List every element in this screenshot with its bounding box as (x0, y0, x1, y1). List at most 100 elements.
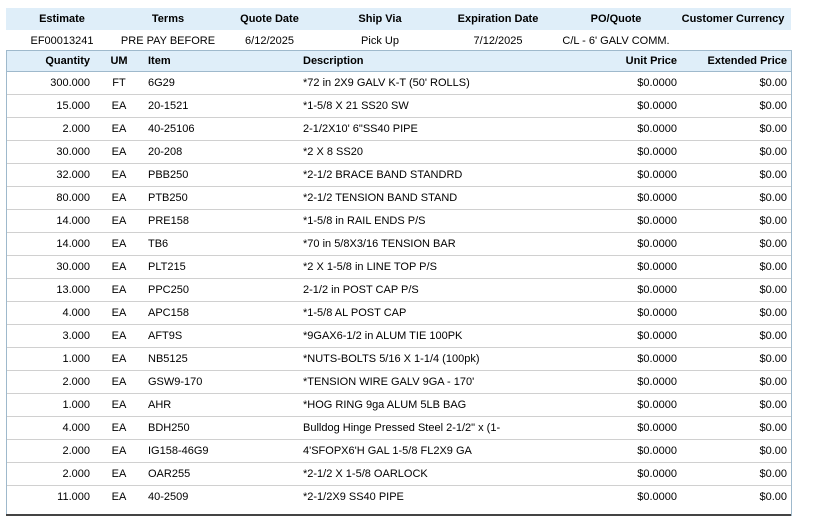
cell-quantity: 1.000 (6, 347, 94, 371)
cell-um: EA (94, 347, 144, 371)
cell-unit-price: $0.0000 (595, 71, 681, 95)
cell-extended-price: $0.00 (681, 71, 791, 95)
cell-unit-price: $0.0000 (595, 117, 681, 141)
header-value-terms: PRE PAY BEFORE (120, 35, 216, 47)
table-row: 2.000 EA IG158-46G9 4'SFOPX6'H GAL 1-5/8 FL… (6, 439, 791, 463)
column-header-unit-price: Unit Price (595, 50, 681, 72)
table-row: 2.000 EA OAR255 *2-1/2 X 1-5/8 OARLOCK $0.00… (6, 462, 791, 486)
table-row: 32.000 EA PBB250 *2-1/2 BRACE BAND STANDRD $… (6, 163, 791, 187)
cell-quantity: 14.000 (6, 209, 94, 233)
cell-extended-price: $0.00 (681, 209, 791, 233)
cell-extended-price: $0.00 (681, 301, 791, 325)
cell-unit-price: $0.0000 (595, 416, 681, 440)
cell-item: TB6 (144, 232, 299, 256)
cell-unit-price: $0.0000 (595, 94, 681, 118)
column-header-extended-price: Extended Price (681, 50, 791, 72)
cell-um: EA (94, 140, 144, 164)
header-value-expiration-date: 7/12/2025 (473, 35, 523, 47)
cell-quantity: 80.000 (6, 186, 94, 210)
cell-item: PRE158 (144, 209, 299, 233)
cell-extended-price: $0.00 (681, 255, 791, 279)
cell-um: EA (94, 209, 144, 233)
cell-unit-price: $0.0000 (595, 186, 681, 210)
table-row: 13.000 EA PPC250 2-1/2 in POST CAP P/S $0.00… (6, 278, 791, 302)
cell-quantity: 2.000 (6, 117, 94, 141)
table-left-border (6, 50, 7, 516)
cell-quantity: 32.000 (6, 163, 94, 187)
cell-um: EA (94, 117, 144, 141)
cell-unit-price: $0.0000 (595, 393, 681, 417)
header-value-po-quote: C/L - 6' GALV COMM. (562, 35, 670, 47)
table-row: 300.000 FT 6G29 *72 in 2X9 GALV K-T (50' RO… (6, 71, 791, 95)
cell-unit-price: $0.0000 (595, 324, 681, 348)
cell-item: APC158 (144, 301, 299, 325)
table-row: 30.000 EA 20-208 *2 X 8 SS20 $0.0000 $0.00 (6, 140, 791, 164)
cell-item: PBB250 (144, 163, 299, 187)
cell-extended-price: $0.00 (681, 278, 791, 302)
table-row: 3.000 EA AFT9S *9GAX6-1/2 in ALUM TIE 100PK… (6, 324, 791, 348)
cell-quantity: 2.000 (6, 439, 94, 463)
table-row: 1.000 EA NB5125 *NUTS-BOLTS 5/16 X 1-1/4 (1… (6, 347, 791, 371)
cell-um: EA (94, 255, 144, 279)
cell-quantity: 30.000 (6, 255, 94, 279)
estimate-header: Estimate Terms Quote Date Ship Via Expir… (6, 8, 791, 52)
cell-quantity: 13.000 (6, 278, 94, 302)
column-header-description: Description (299, 50, 595, 72)
cell-quantity: 3.000 (6, 324, 94, 348)
cell-quantity: 14.000 (6, 232, 94, 256)
cell-item: 40-25106 (144, 117, 299, 141)
cell-um: EA (94, 301, 144, 325)
cell-item: 20-1521 (144, 94, 299, 118)
header-value-ship-via: Pick Up (361, 35, 399, 47)
cell-description: *1-5/8 in RAIL ENDS P/S (299, 209, 595, 233)
header-value-quote-date: 6/12/2025 (245, 35, 294, 47)
cell-unit-price: $0.0000 (595, 209, 681, 233)
cell-description: 2-1/2 in POST CAP P/S (299, 278, 595, 302)
table-row: 2.000 EA GSW9-170 *TENSION WIRE GALV 9GA - … (6, 370, 791, 394)
table-row: 11.000 EA 40-2509 *2-1/2X9 SS40 PIPE $0.0000… (6, 486, 791, 509)
cell-description: 2-1/2X10' 6"SS40 PIPE (299, 117, 595, 141)
cell-quantity: 11.000 (57, 491, 90, 503)
cell-extended-price: $0.00 (681, 347, 791, 371)
cell-um: EA (94, 416, 144, 440)
table-row: 4.000 EA BDH250 Bulldog Hinge Pressed Steel… (6, 416, 791, 440)
cell-unit-price: $0.0000 (595, 301, 681, 325)
cell-um: EA (94, 278, 144, 302)
table-row: 14.000 EA TB6 *70 in 5/8X3/16 TENSION BAR $0… (6, 232, 791, 256)
column-header-um: UM (94, 50, 144, 72)
cell-unit-price: $0.0000 (595, 462, 681, 486)
cell-um: EA (94, 370, 144, 394)
cell-description: 4'SFOPX6'H GAL 1-5/8 FL2X9 GA (299, 439, 595, 463)
cell-item: IG158-46G9 (144, 439, 299, 463)
cell-item: AHR (144, 393, 299, 417)
cell-item: OAR255 (144, 462, 299, 486)
header-values-row: EF00013241 PRE PAY BEFORE 6/12/2025 Pick… (6, 30, 791, 52)
cell-um: EA (94, 94, 144, 118)
header-labels-row: Estimate Terms Quote Date Ship Via Expir… (6, 8, 791, 30)
cell-description: *HOG RING 9ga ALUM 5LB BAG (299, 393, 595, 417)
cell-item: 40-2509 (148, 491, 189, 503)
cell-unit-price: $0.0000 (595, 278, 681, 302)
cell-description: *1-5/8 X 21 SS20 SW (299, 94, 595, 118)
cell-description: *2 X 1-5/8 in LINE TOP P/S (299, 255, 595, 279)
cell-extended-price: $0.00 (681, 439, 791, 463)
table-header-row: Quantity UM Item Description Unit Price … (6, 50, 791, 72)
table-right-border (791, 50, 792, 516)
cell-description: *72 in 2X9 GALV K-T (50' ROLLS) (299, 71, 595, 95)
cell-description: *1-5/8 AL POST CAP (299, 301, 595, 325)
header-value-estimate: EF00013241 (30, 35, 94, 47)
cell-um: EA (94, 462, 144, 486)
header-label-expiration-date: Expiration Date (457, 13, 539, 25)
table-row: 2.000 EA 40-25106 2-1/2X10' 6"SS40 PIPE $0.0… (6, 117, 791, 141)
header-label-ship-via: Ship Via (358, 13, 402, 25)
cell-extended-price: $0.00 (681, 117, 791, 141)
cell-item: 6G29 (144, 71, 299, 95)
cell-item: PLT215 (144, 255, 299, 279)
cell-quantity: 1.000 (6, 393, 94, 417)
cell-um: EA (94, 393, 144, 417)
cell-description: *70 in 5/8X3/16 TENSION BAR (299, 232, 595, 256)
cell-unit-price: $0.0000 (637, 491, 677, 503)
cell-um: EA (94, 186, 144, 210)
cell-unit-price: $0.0000 (595, 439, 681, 463)
cell-extended-price: $0.00 (681, 163, 791, 187)
